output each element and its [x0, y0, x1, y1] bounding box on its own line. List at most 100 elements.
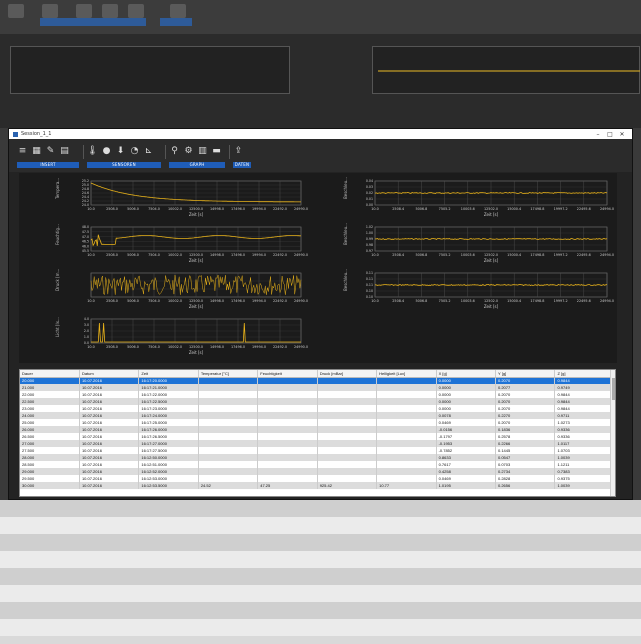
column-header[interactable]: Druck [mBar]	[317, 370, 378, 378]
table-cell: 10.07.2016	[79, 426, 140, 433]
table-cell	[257, 440, 318, 447]
table-row[interactable]: 24.000 10.07.2016 16:17:24.0000 0.0078 0.227…	[20, 412, 615, 419]
table-row[interactable]: 26.000 10.07.2016 16:17:26.0000 -0.0156 0.18…	[20, 426, 615, 433]
x-tick-label: 24990.0	[294, 345, 308, 349]
x-tick-label: 5006.0	[127, 253, 139, 257]
table-row[interactable]: 21.000 10.07.2016 16:17:21.0000 0.0000 0.207…	[20, 384, 615, 391]
list-icon[interactable]: ≡	[17, 146, 28, 157]
table-cell: 16:17:24.0000	[138, 412, 199, 419]
column-header[interactable]: X [g]	[436, 370, 497, 378]
x-tick-label: 2508.0	[106, 253, 118, 257]
column-header[interactable]: Y [g]	[495, 370, 556, 378]
table-cell: 23.000	[20, 405, 80, 412]
ribbon-group-graph: ⚲ ⚙ ▥ ▬ GRAPH	[169, 142, 225, 170]
data-table[interactable]: Dauer Datum Zeit Temperatur [°C] Feuchtigkei…	[19, 369, 616, 497]
column-header[interactable]: Helligkeit [Lux]	[376, 370, 437, 378]
table-row[interactable]: 27.500 10.07.2016 16:17:27.5000 -0.7852 0.14…	[20, 447, 615, 454]
plot-accel-x[interactable]: Beschleu... 10.0 2508.4 5006.8 7505.2 10003.6…	[319, 175, 615, 221]
table-row[interactable]: 26.500 10.07.2016 16:17:26.5000 -0.1797 0.25…	[20, 433, 615, 440]
save-icon[interactable]: ▤	[59, 146, 70, 157]
table-cell	[317, 454, 378, 461]
y-tick-label: 0.00	[366, 203, 373, 207]
maximize-button[interactable]: □	[604, 131, 616, 138]
table-row[interactable]: 30.000 10.07.2016 16:12:53.5000 24.52 47.25 9…	[20, 482, 615, 489]
y-tick-label: 24.0	[82, 203, 89, 207]
x-tick-label: 15000.4	[507, 299, 521, 303]
column-header[interactable]: Feuchtigkeit	[257, 370, 318, 378]
settings-icon[interactable]: ⚙	[183, 146, 194, 157]
plot-temperature[interactable]: Tempera... 10.0 2508.0 5006.0 7504.0 10002.0 1…	[19, 175, 309, 221]
column-header[interactable]: Z [g]	[554, 370, 615, 378]
table-cell	[257, 405, 318, 412]
table-row[interactable]: 22.500 10.07.2016 16:17:22.5000 0.0000 0.207…	[20, 398, 615, 405]
table-cell: 0.4258	[436, 468, 497, 475]
table-cell	[257, 468, 318, 475]
table-cell	[317, 433, 378, 440]
export-icon[interactable]: ⇪	[233, 146, 244, 157]
table-cell	[317, 426, 378, 433]
table-row[interactable]: 29.500 10.07.2016 16:12:53.0000 0.0469 0.282…	[20, 475, 615, 482]
y-tick-label: 4.0	[84, 317, 89, 321]
table-cell	[376, 398, 437, 405]
minimize-button[interactable]: –	[592, 131, 604, 138]
table-row[interactable]: 25.000 10.07.2016 16:17:25.0000 0.0469 0.207…	[20, 419, 615, 426]
table-cell: 20.000	[20, 377, 80, 384]
ribbon-group-label: GRAPH	[169, 162, 225, 168]
y-tick-label: 0.01	[366, 197, 373, 201]
table-cell: 0.0000	[436, 398, 497, 405]
ribbon-group-daten: ⇪ DATEN	[233, 142, 251, 170]
table-row[interactable]: 20.000 10.07.2016 16:17:20.0000 0.0000 0.207…	[20, 377, 615, 384]
thermometer-icon[interactable]: 🌡	[87, 146, 98, 157]
table-row[interactable]: 23.000 10.07.2016 16:17:23.0000 0.0000 0.207…	[20, 405, 615, 412]
column-header[interactable]: Zeit	[138, 370, 199, 378]
ribbon-group-label: DATEN	[233, 162, 251, 168]
x-tick-label: 15000.4	[507, 253, 521, 257]
edit-icon[interactable]: ✎	[45, 146, 56, 157]
table-cell	[317, 412, 378, 419]
column-header[interactable]: Dauer	[20, 370, 80, 378]
drop-icon[interactable]: ●	[101, 146, 112, 157]
table-row[interactable]: 29.000 10.07.2016 16:12:52.0000 0.4258 0.273…	[20, 468, 615, 475]
x-tick-label: 10003.6	[461, 253, 475, 257]
table-cell	[198, 419, 259, 426]
plot-svg: Beschleu... 10.0 2508.4 5006.8 7505.2 10003.6…	[343, 269, 614, 309]
column-header[interactable]: Temperatur [°C]	[198, 370, 259, 378]
x-tick-label: 12500.0	[189, 299, 203, 303]
table-row[interactable]: 22.000 10.07.2016 16:17:22.0000 0.0000 0.207…	[20, 391, 615, 398]
table-cell: 0.7617	[436, 461, 497, 468]
y-tick-label: 1.00	[366, 231, 373, 235]
column-header[interactable]: Datum	[79, 370, 140, 378]
table-cell	[198, 377, 259, 384]
table-cell: 0.0703	[495, 461, 556, 468]
print-icon[interactable]: ▬	[211, 146, 222, 157]
table-row[interactable]: 28.000 10.07.2016 16:12:50.0000 0.8633 0.054…	[20, 454, 615, 461]
ribbon-group-label: INSERT	[17, 162, 79, 168]
grid-icon[interactable]: ▥	[197, 146, 208, 157]
chart-icon[interactable]: ▦	[31, 146, 42, 157]
x-tick-label: 12502.0	[484, 299, 498, 303]
plot-pressure[interactable]: Druck [m... 10.0 2508.0 5006.0 7504.0 10002.0…	[19, 267, 309, 313]
vertical-scrollbar[interactable]	[610, 370, 615, 496]
zoom-icon[interactable]: ⚲	[169, 146, 180, 157]
plot-humidity[interactable]: Feuchtig... 10.0 2508.0 5006.0 7504.0 10002.0…	[19, 221, 309, 267]
gauge-icon[interactable]: ◔	[129, 146, 140, 157]
x-tick-label: 10003.6	[461, 207, 475, 211]
ribbon-group-sensoren: 🌡 ● ⬇ ◔ ⊾ SENSOREN	[87, 142, 161, 170]
x-tick-label: 22492.0	[273, 207, 287, 211]
scroll-thumb[interactable]	[612, 378, 615, 400]
table-row[interactable]: 28.500 10.07.2016 16:12:51.0000 0.7617 0.070…	[20, 461, 615, 468]
table-cell	[257, 475, 318, 482]
y-tick-label: 0.02	[366, 191, 373, 195]
plot-accel-y[interactable]: Beschleu... 10.0 2508.4 5006.8 7505.2 10003.6…	[319, 221, 615, 267]
probe-icon[interactable]: ⬇	[115, 146, 126, 157]
close-button[interactable]: ✕	[616, 131, 628, 138]
plot-accel-z[interactable]: Beschleu... 10.0 2508.4 5006.8 7505.2 10003.6…	[319, 267, 615, 313]
table-cell	[317, 384, 378, 391]
plot-light[interactable]: Licht [lx... 10.0 2508.0 5006.0 7504.0 10002.…	[19, 313, 309, 359]
table-row[interactable]: 27.000 10.07.2016 16:17:27.0000 -0.1953 0.22…	[20, 440, 615, 447]
table-cell: 16:12:53.5000	[138, 482, 199, 489]
table-cell	[198, 412, 259, 419]
x-axis-label: Zeit [s]	[484, 258, 499, 263]
scale-icon[interactable]: ⊾	[143, 146, 154, 157]
table-cell	[376, 454, 437, 461]
